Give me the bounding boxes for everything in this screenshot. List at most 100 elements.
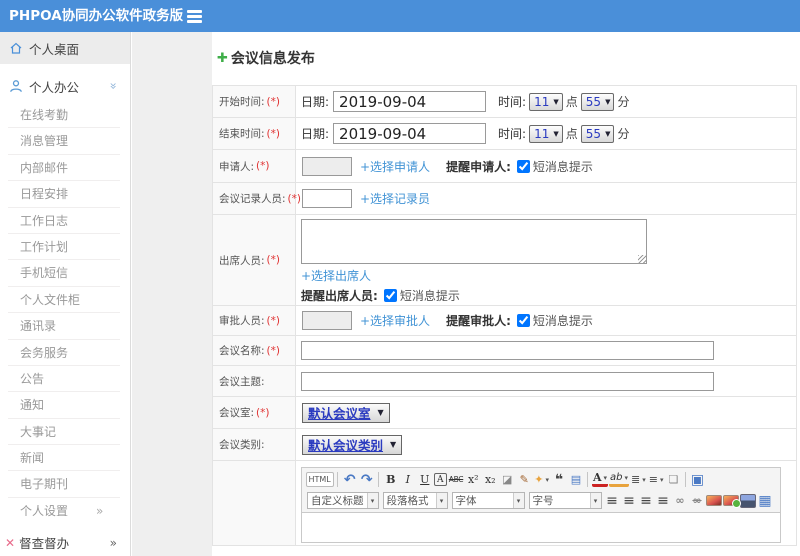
attendees-textarea[interactable] [301, 219, 647, 264]
select-recorder-link[interactable]: +选择记录员 [360, 190, 430, 207]
image-add-icon[interactable] [723, 495, 741, 508]
sidebar-item[interactable]: 大事记 [8, 419, 120, 446]
sidebar-item-personal-settings[interactable]: 个人设置 » [8, 498, 120, 524]
sidebar-item[interactable]: 新闻 [8, 445, 120, 472]
required-mark: (*) [256, 406, 270, 419]
app-title: PHPOA协同办公软件政务版 [9, 8, 184, 24]
undo-icon[interactable]: ↶ [342, 470, 358, 489]
font-size-select[interactable]: 字号 ▾ [528, 492, 602, 509]
select-approver-link[interactable]: +选择审批人 [360, 312, 430, 329]
start-date-input[interactable] [333, 91, 487, 112]
sidebar-item[interactable]: 日程安排 [8, 181, 120, 208]
color-wand-icon[interactable]: ✦ ▾ [533, 470, 550, 489]
link-icon[interactable]: ∞ [672, 491, 688, 510]
bold-icon[interactable]: B [383, 470, 399, 489]
sidebar-item[interactable]: 公告 [8, 366, 120, 393]
sidebar-item[interactable]: 消息管理 [8, 128, 120, 155]
approver-input[interactable] [302, 311, 352, 330]
select-arrow-icon: ▼ [553, 97, 559, 106]
superscript-icon[interactable]: x² [465, 470, 481, 489]
sidebar-item-label: 督查督办 [19, 536, 70, 551]
menu-toggle-button[interactable] [183, 4, 207, 28]
sidebar-item-supervision[interactable]: ✕ 督查督办 » [0, 529, 130, 556]
plus-icon: ✚ [217, 50, 228, 66]
end-hour-select[interactable]: 11 ▼ [529, 124, 563, 143]
required-mark: (*) [266, 127, 280, 140]
chevron-right-icon: » [96, 503, 104, 518]
select-attendees-link[interactable]: +选择出席人 [301, 267, 371, 284]
select-arrow-icon: ▼ [605, 129, 611, 138]
select-applicant-link[interactable]: +选择申请人 [360, 158, 430, 175]
subscript-icon[interactable]: x₂ [482, 470, 498, 489]
font-border-icon[interactable]: A [433, 473, 447, 486]
redo-icon[interactable]: ↷ [359, 470, 375, 489]
home-icon [10, 42, 22, 54]
recorder-input[interactable] [302, 189, 352, 208]
content-panel: ✚ 会议信息发布 开始时间: (*) 日期: 时间: 11▼ 点 [212, 32, 800, 556]
eraser-icon[interactable]: ◪ [499, 470, 515, 489]
chevron-double-down-icon: » [106, 82, 121, 90]
sidebar-item[interactable]: 通讯录 [8, 313, 120, 340]
sidebar-item[interactable]: 个人文件柜 [8, 287, 120, 314]
strikethrough-icon[interactable]: ABC [448, 470, 464, 489]
required-mark: (*) [266, 254, 280, 266]
html-source-button[interactable]: HTML [305, 472, 334, 487]
table-icon[interactable]: ▦ [757, 491, 773, 510]
paragraph-format-select[interactable]: 段落格式 ▾ [382, 492, 448, 509]
attendees-sms-checkbox[interactable] [383, 289, 397, 302]
end-date-input[interactable] [333, 123, 487, 144]
meeting-name-input[interactable] [301, 341, 714, 360]
editor-content-area[interactable] [302, 512, 780, 542]
font-family-select[interactable]: 字体 ▾ [451, 492, 525, 509]
start-minute-select[interactable]: 55 ▼ [580, 92, 615, 111]
meeting-subject-input[interactable] [301, 371, 714, 391]
required-mark: (*) [256, 160, 270, 172]
sidebar-item[interactable]: 内部邮件 [8, 155, 120, 182]
sidebar-item-personal-desktop[interactable]: 个人桌面 [0, 32, 130, 64]
dropdown-arrow-icon: ▾ [642, 475, 646, 484]
meeting-category-select[interactable]: 默认会议类别 ▼ [302, 434, 403, 455]
underline-icon[interactable]: U [417, 470, 433, 489]
sidebar-item[interactable]: 手机短信 [8, 260, 120, 287]
custom-style-select[interactable]: 自定义标题 ▾ [307, 492, 379, 509]
media-icon[interactable] [740, 493, 756, 508]
sidebar: 个人桌面 个人办公 » 在线考勤 消息管理 内部邮件 日程安排 工作日志 工作计划 手机短信… [0, 32, 131, 556]
align-center-icon[interactable]: ≡ [621, 491, 637, 510]
unlink-icon[interactable]: ∞ [689, 491, 705, 510]
approver-sms-checkbox[interactable] [516, 314, 530, 327]
start-hour-select[interactable]: 11 ▼ [529, 92, 563, 111]
align-left-icon[interactable]: ≡ [604, 491, 620, 510]
sidebar-item[interactable]: 电子期刊 [8, 471, 120, 498]
form-row-attendees: 出席人员: (*) +选择出席人 提醒出席人员: 短消息提示 [213, 215, 796, 306]
toolbar-separator [685, 472, 687, 487]
fullscreen-icon[interactable]: ▣ [690, 470, 706, 489]
field-label: 会议室: (*) [213, 397, 296, 428]
form-row-recorder: 会议记录人员: (*) +选择记录员 [213, 183, 796, 215]
paste-icon[interactable]: ▤ [568, 470, 584, 489]
highlight-icon[interactable]: ab ▾ [609, 472, 630, 487]
sidebar-item[interactable]: 工作计划 [8, 234, 120, 261]
sidebar-item-personal-office[interactable]: 个人办公 » [0, 70, 130, 102]
meeting-room-select[interactable]: 默认会议室 ▼ [302, 402, 390, 423]
font-color-icon[interactable]: A ▾ [591, 472, 609, 487]
format-brush-icon[interactable]: ✎ [516, 470, 532, 489]
image-icon[interactable] [706, 495, 722, 506]
new-page-icon[interactable]: ❏ [666, 470, 682, 489]
italic-icon[interactable]: I [400, 470, 416, 489]
end-minute-select[interactable]: 55 ▼ [580, 124, 615, 143]
applicant-sms-checkbox[interactable] [516, 159, 530, 173]
ordered-list-icon[interactable]: ≣ ▾ [630, 470, 647, 489]
required-mark: (*) [266, 95, 280, 108]
sidebar-item[interactable]: 在线考勤 [8, 102, 120, 129]
sidebar-item[interactable]: 会务服务 [8, 340, 120, 366]
applicant-input[interactable] [302, 156, 352, 176]
meeting-form: 开始时间: (*) 日期: 时间: 11▼ 点 55▼ 分 [212, 85, 797, 546]
sidebar-item[interactable]: 通知 [8, 392, 120, 419]
form-row-content-editor: HTML ↶ ↷ B I U A ABC x² x₂ ◪ ✎ ✦ ▾ ❝ ▤ A ▾ ab ▾ ≣ ▾ ≡ ▾ ❏ ▣ 自定义标题… [213, 461, 796, 546]
align-right-icon[interactable]: ≡ [638, 491, 654, 510]
toolbar-separator [587, 472, 589, 487]
sidebar-item[interactable]: 工作日志 [8, 208, 120, 234]
unordered-list-icon[interactable]: ≡ ▾ [648, 470, 665, 489]
blockquote-icon[interactable]: ❝ [551, 470, 567, 489]
align-justify-icon[interactable]: ≡ [655, 491, 671, 510]
